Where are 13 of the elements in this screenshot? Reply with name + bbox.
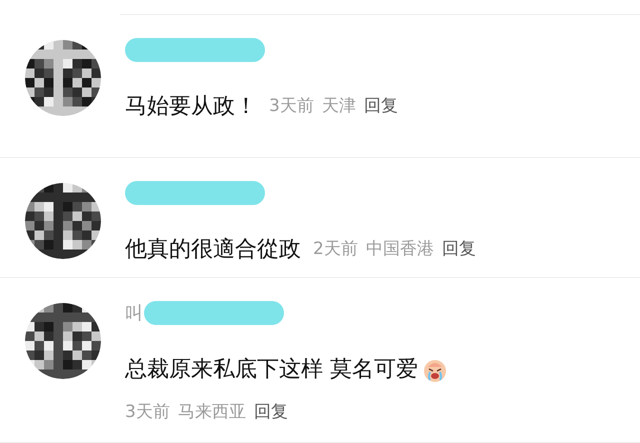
reply-link[interactable]: 回复 — [364, 94, 398, 120]
comment-location: 天津 — [322, 94, 356, 118]
comment-text: 他真的很適合從政 — [125, 236, 301, 264]
user-name: 叫 — [125, 302, 143, 326]
comment-time: 3天前 — [125, 401, 170, 424]
comment-text: 马始要从政！ — [125, 93, 257, 121]
reply-link[interactable]: 回复 — [254, 400, 288, 426]
comment-location: 马来西亚 — [178, 401, 246, 424]
comment-time: 2天前 — [313, 238, 358, 261]
comment-time: 3天前 — [269, 94, 314, 118]
comment-text: 总裁原来私底下这样 莫名可爱 — [125, 356, 418, 384]
comment-location: 中国香港 — [366, 238, 434, 261]
reply-link[interactable]: 回复 — [442, 236, 476, 262]
